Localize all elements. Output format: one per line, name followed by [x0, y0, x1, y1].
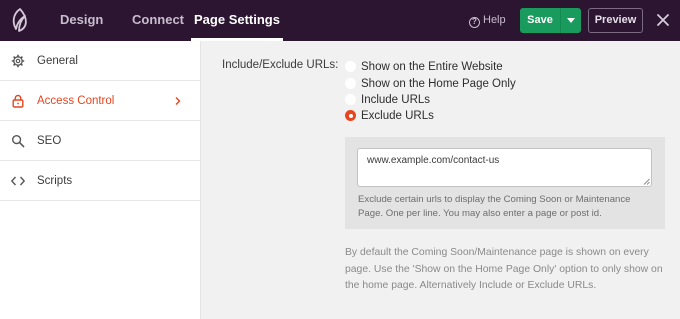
save-options-chevron-down-icon[interactable] — [560, 8, 581, 33]
search-icon — [11, 134, 25, 148]
preview-button[interactable]: Preview — [588, 8, 643, 33]
help-link[interactable]: ? Help — [469, 0, 506, 41]
exclude-urls-textarea[interactable]: www.example.com/contact-us — [357, 148, 652, 187]
seedprod-logo-icon — [12, 8, 27, 32]
tab-page-settings[interactable]: Page Settings — [191, 0, 283, 41]
radio-label: Include URLs — [361, 94, 431, 106]
radio-show-entire-website[interactable]: Show on the Entire Website — [345, 59, 545, 75]
radio-button[interactable] — [345, 78, 356, 89]
sidebar-item-seo[interactable]: SEO — [0, 121, 200, 161]
lock-icon — [12, 94, 24, 108]
radio-label: Show on the Home Page Only — [361, 78, 516, 90]
help-label: Help — [483, 14, 506, 26]
gear-icon — [11, 54, 25, 68]
radio-show-home-page-only[interactable]: Show on the Home Page Only — [345, 76, 545, 92]
question-circle-icon: ? — [469, 17, 480, 28]
chevron-right-icon — [175, 97, 181, 105]
sidebar-item-label: Scripts — [37, 175, 73, 187]
radio-exclude-urls[interactable]: Exclude URLs — [345, 108, 545, 124]
code-icon — [11, 176, 25, 186]
save-button-group: Save — [520, 8, 581, 33]
close-icon[interactable] — [655, 12, 671, 28]
radio-button[interactable] — [345, 94, 356, 105]
top-bar: Design Connect Page Settings ? Help Save … — [0, 0, 680, 41]
save-button[interactable]: Save — [520, 8, 560, 33]
tab-connect[interactable]: Connect — [132, 0, 184, 41]
resize-handle-icon[interactable] — [643, 178, 650, 185]
sidebar-item-access-control[interactable]: Access Control — [0, 81, 200, 121]
sidebar-item-label: SEO — [37, 135, 62, 147]
radio-include-urls[interactable]: Include URLs — [345, 92, 545, 108]
sidebar-item-scripts[interactable]: Scripts — [0, 161, 200, 201]
visibility-info-text: By default the Coming Soon/Maintenance p… — [345, 247, 663, 291]
sidebar-item-general[interactable]: General — [0, 41, 200, 81]
sidebar: General Access Control SEO Scripts — [0, 41, 201, 319]
include-exclude-urls-label: Include/Exclude URLs: — [222, 59, 339, 71]
exclude-urls-help-text: Exclude certain urls to display the Comi… — [358, 194, 631, 219]
radio-button-selected[interactable] — [345, 110, 356, 121]
sidebar-item-label: General — [37, 55, 78, 67]
tab-design[interactable]: Design — [60, 0, 103, 41]
radio-button[interactable] — [345, 61, 356, 72]
radio-label: Show on the Entire Website — [361, 61, 503, 73]
radio-label: Exclude URLs — [361, 110, 434, 122]
sidebar-item-label: Access Control — [37, 95, 115, 107]
